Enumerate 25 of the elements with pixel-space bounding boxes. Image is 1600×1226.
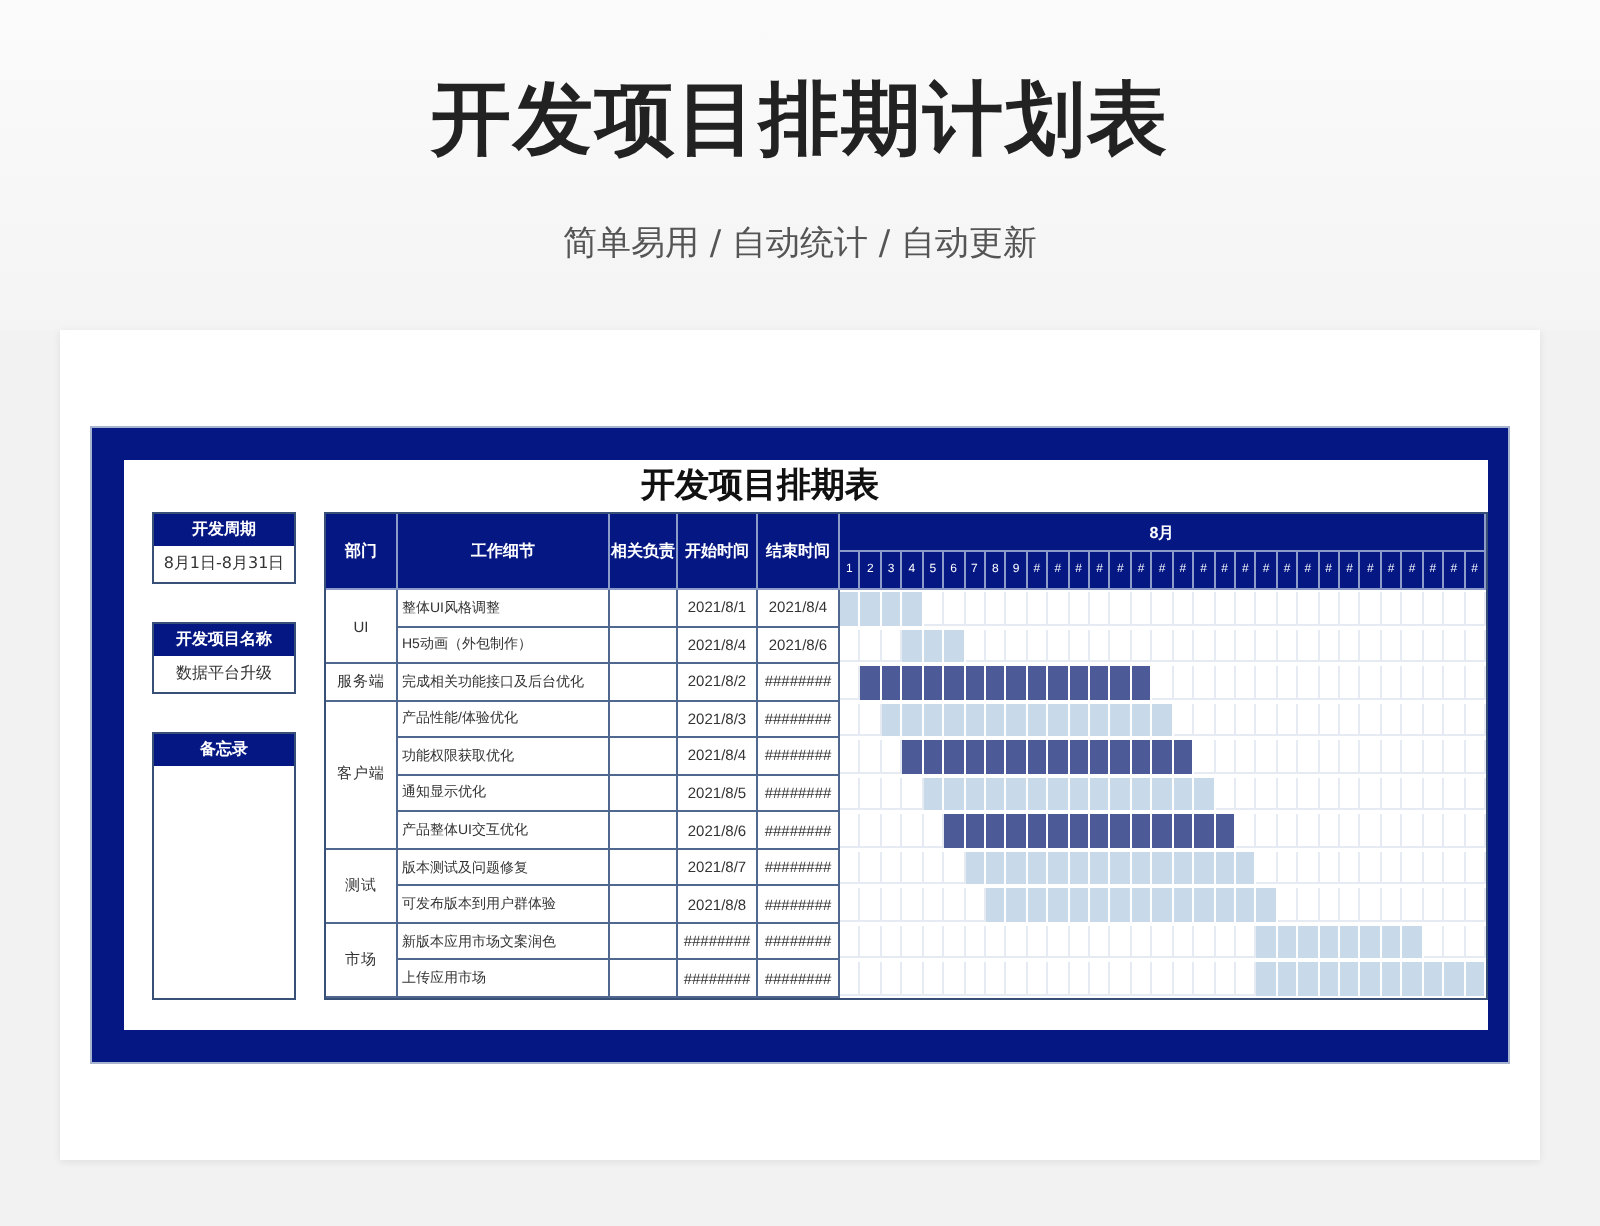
info-value: 数据平台升级 (174, 662, 274, 686)
empty-cell (610, 775, 678, 813)
empty-cell (610, 960, 678, 998)
empty-cell (610, 590, 678, 628)
info-label: 开发周期 (154, 514, 294, 546)
info-value: 8月1日-8月31日 (161, 552, 287, 576)
empty-cell (610, 923, 678, 961)
empty-cell (610, 812, 678, 850)
info-label: 备忘录 (154, 734, 294, 766)
column-header: 工作细节 (398, 514, 610, 590)
empty-cell (610, 738, 678, 776)
column-header: 相关负责 (610, 514, 678, 590)
empty-cell (610, 886, 678, 924)
empty-cell (610, 664, 678, 702)
empty-cell (610, 849, 678, 887)
sheet-title: 开发项目排期表 (638, 464, 881, 510)
page-subtitle: 简单易用 / 自动统计 / 自动更新 (562, 222, 1038, 266)
column-header: 开始时间 (678, 514, 758, 590)
page-title: 开发项目排期计划表 (431, 72, 1169, 168)
empty-cell (610, 701, 678, 739)
info-label: 开发项目名称 (154, 624, 294, 656)
column-header: 部门 (326, 514, 398, 590)
column-header: 8月 (840, 514, 1486, 552)
column-header: 结束时间 (758, 514, 840, 590)
empty-cell (610, 627, 678, 665)
